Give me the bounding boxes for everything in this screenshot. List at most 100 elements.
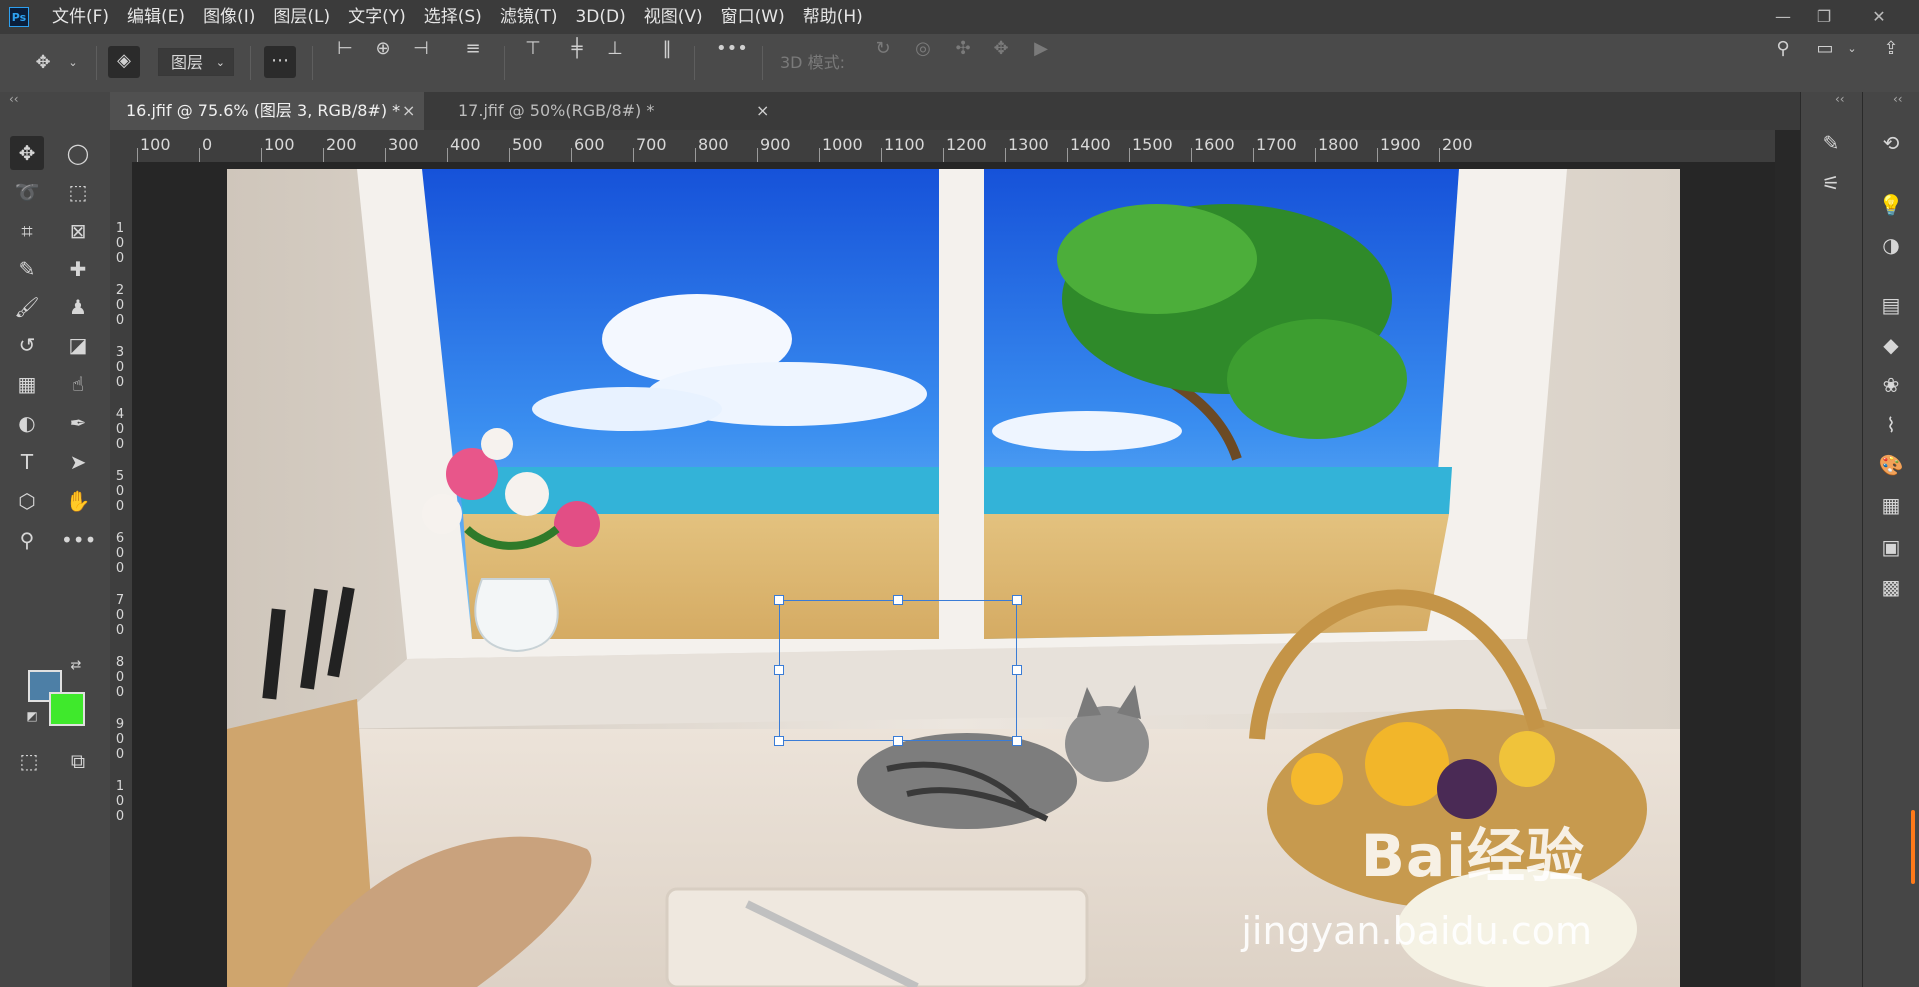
transform-controls-icon[interactable]: ⋯ xyxy=(264,46,296,78)
menu-image[interactable]: 图像(I) xyxy=(203,0,255,34)
table-icon[interactable]: ▦ xyxy=(1871,488,1911,522)
layers-icon[interactable]: ◆ xyxy=(1871,328,1911,362)
menu-type[interactable]: 文字(Y) xyxy=(348,0,406,34)
crop-icon[interactable]: ⌗ xyxy=(10,214,44,248)
3d-slide-icon[interactable]: ✥ xyxy=(986,34,1016,64)
tab-17-jfif[interactable]: 17.jfif @ 50%(RGB/8#) * × xyxy=(430,92,784,130)
align-top-icon[interactable]: ⊤ xyxy=(518,34,548,64)
distribute-vertical-icon[interactable]: ‖ xyxy=(652,34,682,64)
menu-file[interactable]: 文件(F) xyxy=(52,0,109,34)
screen-mode-icon[interactable]: ⧉ xyxy=(61,744,95,778)
menu-help[interactable]: 帮助(H) xyxy=(803,0,863,34)
share-icon[interactable]: ⇪ xyxy=(1876,34,1906,64)
search-icon[interactable]: ⚲ xyxy=(1768,34,1798,64)
lasso-icon[interactable]: ➰ xyxy=(10,175,44,209)
quick-select-icon[interactable]: ⬚ xyxy=(61,175,95,209)
background-color-swatch[interactable] xyxy=(49,692,85,726)
more-options-icon[interactable]: ••• xyxy=(716,34,748,64)
menu-layer[interactable]: 图层(L) xyxy=(273,0,330,34)
close-icon[interactable]: × xyxy=(756,92,769,130)
properties-sliders-icon[interactable]: ⚟ xyxy=(1811,166,1851,200)
stamp-icon[interactable]: ♟ xyxy=(61,290,95,324)
eraser-icon[interactable]: ◪ xyxy=(61,328,95,362)
hand-icon[interactable]: ✋ xyxy=(61,484,95,518)
horizontal-ruler[interactable]: 100 0 100 200 300 400 500 600 700 800 900 1000 1100 1… xyxy=(132,130,1775,163)
ellipse-marquee-icon[interactable]: ◯ xyxy=(61,136,95,170)
transform-handle-bottom-left[interactable] xyxy=(774,736,784,746)
move-tool-icon[interactable]: ✥ xyxy=(10,136,44,170)
auto-select-dropdown[interactable]: 图层 ⌄ xyxy=(158,48,234,76)
minimize-icon[interactable]: — xyxy=(1770,4,1796,30)
brush-settings-icon[interactable]: ✎ xyxy=(1811,126,1851,160)
shape-icon[interactable]: ⬡ xyxy=(10,484,44,518)
ruler-label: 100 xyxy=(264,135,295,154)
brush-icon[interactable]: 🖌 xyxy=(10,290,44,324)
dodge-icon[interactable]: ◐ xyxy=(10,406,44,440)
paths-icon[interactable]: ⌇ xyxy=(1871,408,1911,442)
frame-icon[interactable]: ⊠ xyxy=(61,214,95,248)
history-icon[interactable]: ⟲ xyxy=(1871,126,1911,160)
close-icon[interactable]: × xyxy=(402,92,415,130)
quick-mask-icon[interactable]: ⬚ xyxy=(12,744,46,778)
transform-handle-bottom[interactable] xyxy=(893,736,903,746)
vertical-ruler[interactable]: 01 0 02 0 03 0 04 0 05 0 06 0 07 0 08 0 … xyxy=(110,162,132,987)
patterns-icon[interactable]: ▩ xyxy=(1871,570,1911,604)
align-right-icon[interactable]: ⊣ xyxy=(406,34,436,64)
collapse-icon[interactable]: ‹‹ xyxy=(9,92,19,106)
align-hcenter-icon[interactable]: ⊕ xyxy=(368,34,398,64)
swap-colors-icon[interactable]: ⇄ xyxy=(66,656,86,676)
3d-pan-icon[interactable]: ✣ xyxy=(948,34,978,64)
3d-roll-icon[interactable]: ◎ xyxy=(908,34,938,64)
eyedropper-icon[interactable]: ✎ xyxy=(10,252,44,286)
path-select-icon[interactable]: ➤ xyxy=(61,445,95,479)
align-vcenter-icon[interactable]: ╪ xyxy=(562,34,592,64)
tab-16-jfif[interactable]: 16.jfif @ 75.6% (图层 3, RGB/8#) * × xyxy=(110,92,424,130)
gradient-panel-icon[interactable]: ▣ xyxy=(1871,530,1911,564)
healing-brush-icon[interactable]: ✚ xyxy=(61,252,95,286)
swatches-icon[interactable]: 🎨 xyxy=(1871,448,1911,482)
ruler-label: 100 xyxy=(140,135,171,154)
workspace-icon[interactable]: ▭ xyxy=(1810,34,1840,64)
transform-handle-top-right[interactable] xyxy=(1012,595,1022,605)
history-brush-icon[interactable]: ↺ xyxy=(10,328,44,362)
pen-icon[interactable]: ✒ xyxy=(61,406,95,440)
collapse-icon[interactable]: ‹‹ xyxy=(1893,92,1903,106)
distribute-icon[interactable]: ≡ xyxy=(458,34,488,64)
more-tools-icon[interactable]: ••• xyxy=(61,523,96,557)
3d-scale-icon[interactable]: ▶ xyxy=(1026,34,1056,64)
adjust-icon[interactable]: ◑ xyxy=(1871,228,1911,262)
auto-select-layers-icon[interactable]: ◈ xyxy=(108,46,140,78)
transform-handle-left[interactable] xyxy=(774,665,784,675)
transform-handle-top[interactable] xyxy=(893,595,903,605)
light-icon[interactable]: 💡 xyxy=(1871,188,1911,222)
transform-handle-bottom-right[interactable] xyxy=(1012,736,1022,746)
free-transform-box[interactable] xyxy=(779,600,1017,741)
menu-edit[interactable]: 编辑(E) xyxy=(127,0,185,34)
scrollbar-accent[interactable] xyxy=(1911,810,1915,884)
chevron-down-icon[interactable]: ⌄ xyxy=(1845,34,1859,64)
chevron-down-icon[interactable]: ⌄ xyxy=(66,48,80,78)
align-left-icon[interactable]: ⊢ xyxy=(330,34,360,64)
menu-view[interactable]: 视图(V) xyxy=(644,0,703,34)
restore-icon[interactable]: ❐ xyxy=(1811,4,1837,30)
smudge-icon[interactable]: ☝ xyxy=(61,367,95,401)
transform-handle-right[interactable] xyxy=(1012,665,1022,675)
menu-window[interactable]: 窗口(W) xyxy=(721,0,785,34)
type-icon[interactable]: T xyxy=(10,445,44,479)
move-tool-icon[interactable]: ✥ xyxy=(28,48,58,78)
default-colors-icon[interactable]: ◩ xyxy=(22,706,42,726)
align-bottom-icon[interactable]: ⊥ xyxy=(600,34,630,64)
menu-filter[interactable]: 滤镜(T) xyxy=(500,0,558,34)
collapse-icon[interactable]: ‹‹ xyxy=(1835,92,1845,106)
3d-orbit-icon[interactable]: ↻ xyxy=(868,34,898,64)
menu-3d[interactable]: 3D(D) xyxy=(575,0,625,34)
canvas-area[interactable]: Bai经验 jingyan.baidu.com xyxy=(132,162,1775,987)
document-image[interactable]: Bai经验 jingyan.baidu.com xyxy=(227,169,1680,987)
zoom-icon[interactable]: ⚲ xyxy=(10,523,44,557)
gradient-icon[interactable]: ▦ xyxy=(10,367,44,401)
transform-handle-top-left[interactable] xyxy=(774,595,784,605)
libraries-icon[interactable]: ▤ xyxy=(1871,288,1911,322)
channels-icon[interactable]: ❀ xyxy=(1871,368,1911,402)
close-icon[interactable]: ✕ xyxy=(1866,4,1892,30)
menu-select[interactable]: 选择(S) xyxy=(424,0,482,34)
